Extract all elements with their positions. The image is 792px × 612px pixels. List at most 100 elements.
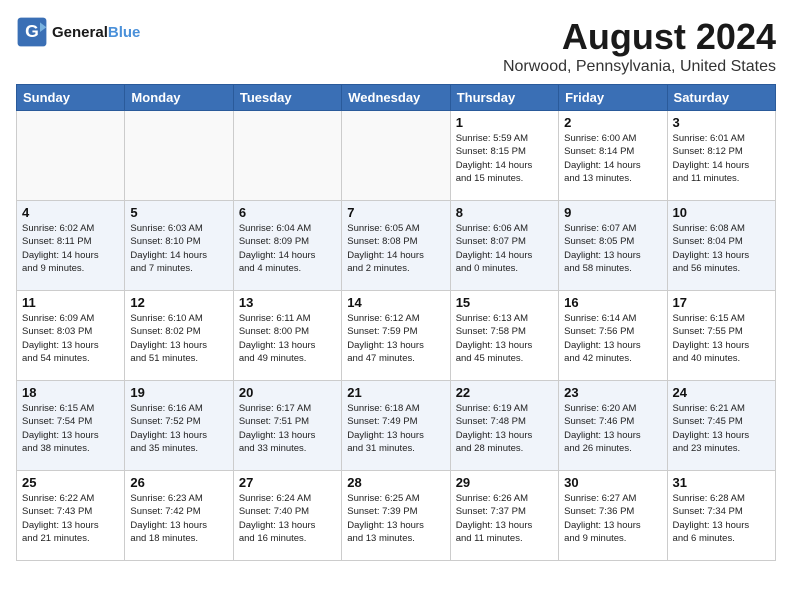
logo-text: GeneralBlue	[52, 24, 140, 41]
day-number: 28	[347, 475, 444, 490]
day-number: 4	[22, 205, 119, 220]
day-number: 29	[456, 475, 553, 490]
calendar-cell: 31Sunrise: 6:28 AM Sunset: 7:34 PM Dayli…	[667, 471, 775, 561]
day-info: Sunrise: 6:11 AM Sunset: 8:00 PM Dayligh…	[239, 312, 336, 365]
calendar-cell: 10Sunrise: 6:08 AM Sunset: 8:04 PM Dayli…	[667, 201, 775, 291]
day-number: 10	[673, 205, 770, 220]
calendar-week-row: 18Sunrise: 6:15 AM Sunset: 7:54 PM Dayli…	[17, 381, 776, 471]
calendar-cell: 4 Sunrise: 6:02 AM Sunset: 8:11 PM Daylig…	[17, 201, 125, 291]
calendar-cell: 5 Sunrise: 6:03 AM Sunset: 8:10 PM Daylig…	[125, 201, 233, 291]
page-header: G GeneralBlue August 2024 Norwood, Penns…	[16, 16, 776, 76]
day-info: Sunrise: 6:14 AM Sunset: 7:56 PM Dayligh…	[564, 312, 661, 365]
calendar-cell: 28 Sunrise: 6:25 AM Sunset: 7:39 PM Dayli…	[342, 471, 450, 561]
calendar-week-row: 25 Sunrise: 6:22 AM Sunset: 7:43 PM Dayli…	[17, 471, 776, 561]
calendar-cell: 13 Sunrise: 6:11 AM Sunset: 8:00 PM Dayli…	[233, 291, 341, 381]
day-number: 31	[673, 475, 770, 490]
calendar-cell: 15 Sunrise: 6:13 AM Sunset: 7:58 PM Dayli…	[450, 291, 558, 381]
calendar-table: SundayMondayTuesdayWednesdayThursdayFrid…	[16, 84, 776, 561]
day-info: Sunrise: 5:59 AM Sunset: 8:15 PM Dayligh…	[456, 132, 553, 185]
calendar-cell: 20Sunrise: 6:17 AM Sunset: 7:51 PM Dayli…	[233, 381, 341, 471]
calendar-cell: 27 Sunrise: 6:24 AM Sunset: 7:40 PM Dayli…	[233, 471, 341, 561]
day-number: 6	[239, 205, 336, 220]
day-info: Sunrise: 6:22 AM Sunset: 7:43 PM Dayligh…	[22, 492, 119, 545]
calendar-cell: 16Sunrise: 6:14 AM Sunset: 7:56 PM Dayli…	[559, 291, 667, 381]
day-info: Sunrise: 6:16 AM Sunset: 7:52 PM Dayligh…	[130, 402, 227, 455]
weekday-header-friday: Friday	[559, 85, 667, 111]
day-info: Sunrise: 6:15 AM Sunset: 7:54 PM Dayligh…	[22, 402, 119, 455]
day-number: 21	[347, 385, 444, 400]
day-number: 15	[456, 295, 553, 310]
day-number: 26	[130, 475, 227, 490]
calendar-week-row: 4 Sunrise: 6:02 AM Sunset: 8:11 PM Daylig…	[17, 201, 776, 291]
day-info: Sunrise: 6:26 AM Sunset: 7:37 PM Dayligh…	[456, 492, 553, 545]
calendar-cell: 12 Sunrise: 6:10 AM Sunset: 8:02 PM Dayli…	[125, 291, 233, 381]
day-number: 7	[347, 205, 444, 220]
day-info: Sunrise: 6:02 AM Sunset: 8:11 PM Dayligh…	[22, 222, 119, 275]
day-number: 5	[130, 205, 227, 220]
calendar-cell: 3 Sunrise: 6:01 AM Sunset: 8:12 PM Daylig…	[667, 111, 775, 201]
calendar-cell: 25 Sunrise: 6:22 AM Sunset: 7:43 PM Dayli…	[17, 471, 125, 561]
calendar-cell	[233, 111, 341, 201]
day-info: Sunrise: 6:00 AM Sunset: 8:14 PM Dayligh…	[564, 132, 661, 185]
calendar-cell: 29 Sunrise: 6:26 AM Sunset: 7:37 PM Dayli…	[450, 471, 558, 561]
day-info: Sunrise: 6:10 AM Sunset: 8:02 PM Dayligh…	[130, 312, 227, 365]
calendar-cell: 22 Sunrise: 6:19 AM Sunset: 7:48 PM Dayli…	[450, 381, 558, 471]
day-info: Sunrise: 6:18 AM Sunset: 7:49 PM Dayligh…	[347, 402, 444, 455]
day-number: 19	[130, 385, 227, 400]
day-info: Sunrise: 6:17 AM Sunset: 7:51 PM Dayligh…	[239, 402, 336, 455]
day-info: Sunrise: 6:20 AM Sunset: 7:46 PM Dayligh…	[564, 402, 661, 455]
day-number: 27	[239, 475, 336, 490]
day-number: 17	[673, 295, 770, 310]
weekday-header-wednesday: Wednesday	[342, 85, 450, 111]
title-block: August 2024 Norwood, Pennsylvania, Unite…	[503, 16, 776, 76]
weekday-header-saturday: Saturday	[667, 85, 775, 111]
calendar-cell: 2 Sunrise: 6:00 AM Sunset: 8:14 PM Daylig…	[559, 111, 667, 201]
day-info: Sunrise: 6:19 AM Sunset: 7:48 PM Dayligh…	[456, 402, 553, 455]
day-number: 11	[22, 295, 119, 310]
calendar-cell	[125, 111, 233, 201]
day-info: Sunrise: 6:25 AM Sunset: 7:39 PM Dayligh…	[347, 492, 444, 545]
day-info: Sunrise: 6:27 AM Sunset: 7:36 PM Dayligh…	[564, 492, 661, 545]
calendar-cell: 11 Sunrise: 6:09 AM Sunset: 8:03 PM Dayli…	[17, 291, 125, 381]
calendar-cell: 24Sunrise: 6:21 AM Sunset: 7:45 PM Dayli…	[667, 381, 775, 471]
calendar-cell	[342, 111, 450, 201]
day-number: 2	[564, 115, 661, 130]
month-year-title: August 2024	[503, 16, 776, 58]
day-number: 25	[22, 475, 119, 490]
day-info: Sunrise: 6:09 AM Sunset: 8:03 PM Dayligh…	[22, 312, 119, 365]
calendar-cell: 23Sunrise: 6:20 AM Sunset: 7:46 PM Dayli…	[559, 381, 667, 471]
calendar-cell: 1 Sunrise: 5:59 AM Sunset: 8:15 PM Daylig…	[450, 111, 558, 201]
weekday-header-thursday: Thursday	[450, 85, 558, 111]
day-info: Sunrise: 6:01 AM Sunset: 8:12 PM Dayligh…	[673, 132, 770, 185]
day-number: 3	[673, 115, 770, 130]
day-info: Sunrise: 6:04 AM Sunset: 8:09 PM Dayligh…	[239, 222, 336, 275]
calendar-cell: 8Sunrise: 6:06 AM Sunset: 8:07 PM Daylig…	[450, 201, 558, 291]
calendar-cell: 19 Sunrise: 6:16 AM Sunset: 7:52 PM Dayli…	[125, 381, 233, 471]
logo: G GeneralBlue	[16, 16, 140, 48]
day-number: 24	[673, 385, 770, 400]
svg-text:G: G	[25, 21, 39, 41]
day-info: Sunrise: 6:12 AM Sunset: 7:59 PM Dayligh…	[347, 312, 444, 365]
day-info: Sunrise: 6:03 AM Sunset: 8:10 PM Dayligh…	[130, 222, 227, 275]
day-number: 14	[347, 295, 444, 310]
calendar-cell: 9Sunrise: 6:07 AM Sunset: 8:05 PM Daylig…	[559, 201, 667, 291]
day-number: 22	[456, 385, 553, 400]
day-info: Sunrise: 6:13 AM Sunset: 7:58 PM Dayligh…	[456, 312, 553, 365]
day-number: 8	[456, 205, 553, 220]
day-number: 12	[130, 295, 227, 310]
day-number: 13	[239, 295, 336, 310]
day-info: Sunrise: 6:07 AM Sunset: 8:05 PM Dayligh…	[564, 222, 661, 275]
calendar-week-row: 11 Sunrise: 6:09 AM Sunset: 8:03 PM Dayli…	[17, 291, 776, 381]
day-info: Sunrise: 6:24 AM Sunset: 7:40 PM Dayligh…	[239, 492, 336, 545]
day-number: 1	[456, 115, 553, 130]
calendar-cell: 7Sunrise: 6:05 AM Sunset: 8:08 PM Daylig…	[342, 201, 450, 291]
weekday-header-tuesday: Tuesday	[233, 85, 341, 111]
calendar-cell	[17, 111, 125, 201]
day-number: 30	[564, 475, 661, 490]
location-text: Norwood, Pennsylvania, United States	[503, 58, 776, 76]
calendar-cell: 14 Sunrise: 6:12 AM Sunset: 7:59 PM Dayli…	[342, 291, 450, 381]
day-info: Sunrise: 6:15 AM Sunset: 7:55 PM Dayligh…	[673, 312, 770, 365]
calendar-cell: 26Sunrise: 6:23 AM Sunset: 7:42 PM Dayli…	[125, 471, 233, 561]
calendar-cell: 6 Sunrise: 6:04 AM Sunset: 8:09 PM Daylig…	[233, 201, 341, 291]
logo-icon: G	[16, 16, 48, 48]
